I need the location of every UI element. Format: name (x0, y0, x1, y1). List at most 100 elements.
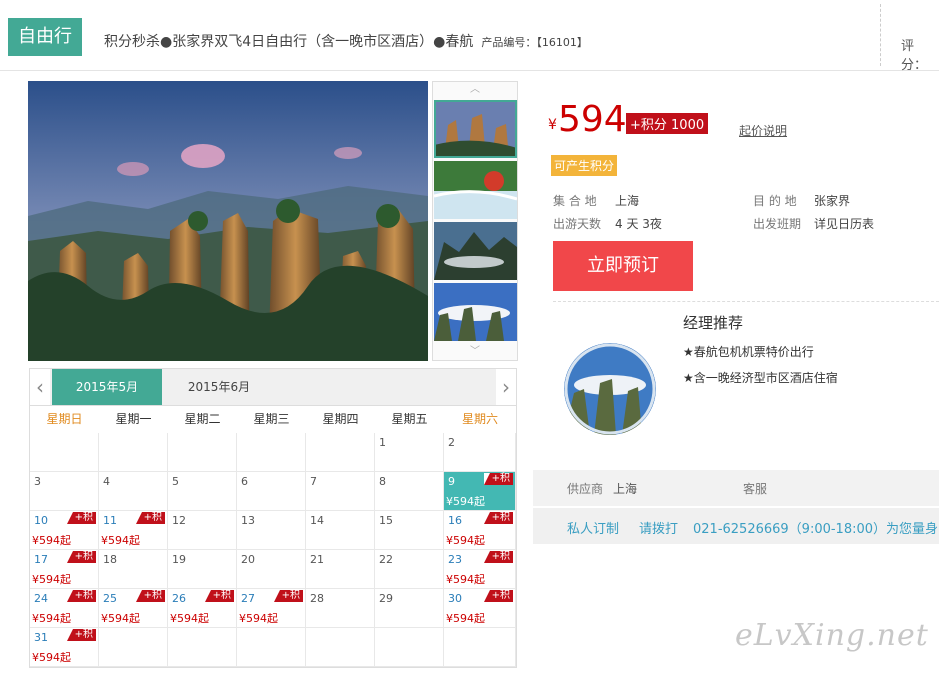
weekday-fri: 星期五 (391, 412, 428, 426)
points-tag: +积 (135, 512, 165, 524)
thumbnail-2[interactable] (434, 161, 517, 219)
calendar-day-cell[interactable]: 24 +积 ¥594起 (30, 589, 99, 628)
day-price: ¥594起 (32, 651, 71, 664)
depart-value: 上海 (615, 194, 640, 208)
book-now-button[interactable]: 立即预订 (553, 241, 693, 291)
manager-title: 经理推荐 (683, 314, 744, 332)
calendar-day-cell (99, 433, 168, 472)
tab-may[interactable]: 2015年5月 (52, 369, 162, 405)
points-tag: +积 (66, 629, 96, 641)
thumb-down-icon[interactable]: ﹀ (433, 345, 517, 359)
calendar-day-cell (237, 433, 306, 472)
points-tag: +积 (135, 590, 165, 602)
category-tag: 自由行 (8, 18, 82, 56)
calendar-day-cell: 6 (237, 472, 306, 511)
day-price: ¥594起 (101, 612, 140, 625)
day-price: ¥594起 (32, 612, 71, 625)
calendar-day-cell[interactable]: 30 +积 ¥594起 (444, 589, 516, 628)
prev-month-icon[interactable]: ‹ (30, 369, 50, 405)
calendar-day-cell[interactable]: 26 +积 ¥594起 (168, 589, 237, 628)
thumb-up-icon[interactable]: ︿ (433, 83, 517, 97)
calendar-day-cell (168, 433, 237, 472)
day-number: 21 (310, 553, 324, 566)
product-number: 产品编号：【16101】 (481, 36, 588, 49)
day-number: 4 (103, 475, 110, 488)
day-number: 30 (448, 592, 462, 605)
day-price: ¥594起 (32, 534, 71, 547)
schedule-label: 出发班期 (753, 217, 802, 231)
points-tag: +积 (273, 590, 303, 602)
day-number: 17 (34, 553, 48, 566)
calendar-day-cell: 29 (375, 589, 444, 628)
calendar-day-cell (375, 628, 444, 667)
calendar-day-cell[interactable]: 27 +积 ¥594起 (237, 589, 306, 628)
calendar-day-cell[interactable]: 16 +积 ¥594起 (444, 511, 516, 550)
service-label: 客服 (743, 482, 768, 496)
calendar-day-cell: 2 (444, 433, 516, 472)
day-number: 18 (103, 553, 117, 566)
points-tag: +积 (483, 512, 513, 524)
points-tag: +积 (483, 473, 513, 485)
day-number: 24 (34, 592, 48, 605)
calendar-day-cell: 28 (306, 589, 375, 628)
points-badge: +积分 1000 (626, 113, 709, 134)
day-number: 5 (172, 475, 179, 488)
calendar-day-cell[interactable]: 11 +积 ¥594起 (99, 511, 168, 550)
next-month-icon[interactable]: › (496, 369, 516, 405)
day-number: 25 (103, 592, 117, 605)
day-number: 26 (172, 592, 186, 605)
calendar-day-cell: 19 (168, 550, 237, 589)
calendar-day-cell: 18 (99, 550, 168, 589)
calendar-day-cell: 20 (237, 550, 306, 589)
supplier-bar: 供应商 上海 客服 (533, 470, 939, 506)
day-number: 9 (448, 475, 455, 488)
calendar-day-cell[interactable]: 17 +积 ¥594起 (30, 550, 99, 589)
calendar-day-cell[interactable]: 25 +积 ¥594起 (99, 589, 168, 628)
price-currency: ¥ (548, 117, 557, 133)
weekday-sun: 星期日 (46, 412, 83, 426)
day-number: 28 (310, 592, 324, 605)
day-number: 16 (448, 514, 462, 527)
calendar-day-cell[interactable]: 31 +积 ¥594起 (30, 628, 99, 667)
day-number: 6 (241, 475, 248, 488)
earn-points-badge: 可产生积分 (551, 155, 618, 176)
title-text: 积分秒杀●张家界双飞4日自由行（含一晚市区酒店）●春航 (104, 34, 474, 50)
day-number: 23 (448, 553, 462, 566)
points-tag: +积 (66, 551, 96, 563)
day-number: 10 (34, 514, 48, 527)
calendar-day-cell: 1 (375, 433, 444, 472)
day-number: 13 (241, 514, 255, 527)
tab-june[interactable]: 2015年6月 (164, 369, 274, 405)
thumbnail-strip: ︿ ﹀ (432, 81, 518, 361)
calendar-day-cell: 13 (237, 511, 306, 550)
calendar-day-cell (30, 433, 99, 472)
thumbnail-4[interactable] (434, 283, 517, 341)
calendar-day-cell: 21 (306, 550, 375, 589)
calendar-day-cell: 5 (168, 472, 237, 511)
day-price: ¥594起 (239, 612, 278, 625)
days-label: 出游天数 (553, 217, 602, 231)
price-note-link[interactable]: 起价说明 (739, 122, 787, 139)
points-tag: +积 (483, 551, 513, 563)
watermark: eLvXing.net (735, 618, 929, 653)
schedule-value: 详见日历表 (814, 217, 875, 231)
manager-avatar (564, 343, 656, 435)
day-number: 7 (310, 475, 317, 488)
calendar-day-cell (306, 628, 375, 667)
thumbnail-1[interactable] (434, 100, 517, 158)
day-number: 27 (241, 592, 255, 605)
calendar-day-cell[interactable]: 9 +积 ¥594起 (444, 472, 516, 511)
divider (553, 301, 939, 302)
points-tag: +积 (66, 512, 96, 524)
calendar-day-cell[interactable]: 10 +积 ¥594起 (30, 511, 99, 550)
thumbnail-3[interactable] (434, 222, 517, 280)
calendar-day-cell[interactable]: 23 +积 ¥594起 (444, 550, 516, 589)
day-number: 31 (34, 631, 48, 644)
day-price: ¥594起 (446, 573, 485, 586)
day-price: ¥594起 (446, 534, 485, 547)
day-number: 19 (172, 553, 186, 566)
dest-label: 目 的 地 (753, 194, 797, 208)
points-tag: +积 (483, 590, 513, 602)
custom-tour-link[interactable]: 私人订制 (567, 518, 619, 537)
score-label: 评分： (901, 39, 928, 73)
